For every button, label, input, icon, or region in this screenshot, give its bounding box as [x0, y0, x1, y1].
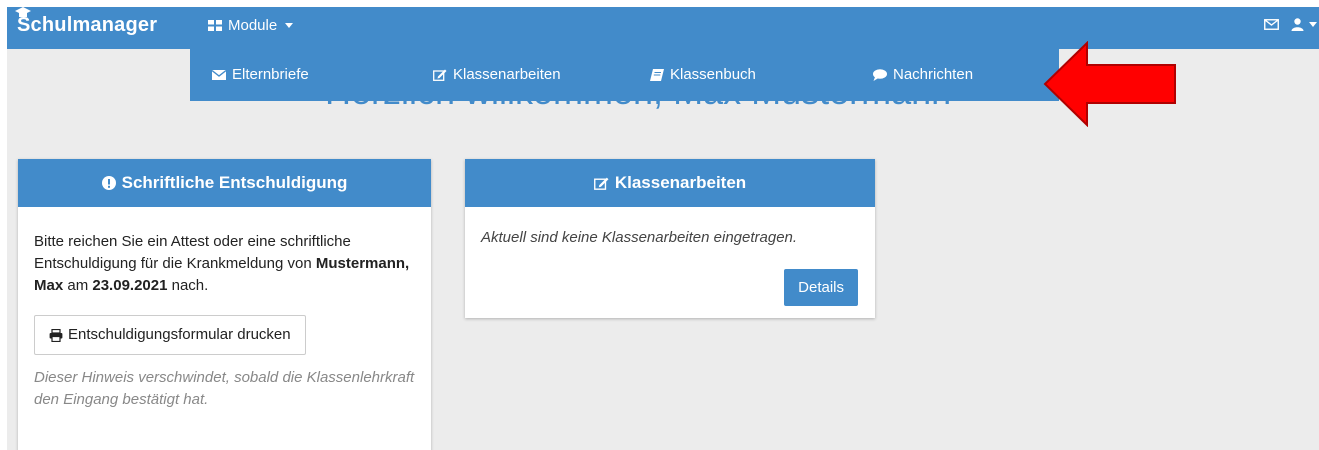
- book-icon: [650, 68, 664, 81]
- exams-card-title: Klassenarbeiten: [614, 173, 747, 192]
- exclamation-circle-icon: [101, 176, 116, 190]
- sick-date: 23.09.2021: [92, 277, 168, 294]
- brand-logo[interactable]: Schulmanager: [15, 7, 158, 37]
- envelope-icon: [212, 69, 226, 80]
- comment-icon: [873, 68, 887, 81]
- excuse-card-body: Bitte reichen Sie ein Attest oder eine s…: [18, 207, 431, 431]
- excuse-card-title: Schriftliche Entschuldigung: [121, 173, 348, 192]
- app-window: Schulmanager Module Elternbriefe Klassen…: [7, 7, 1319, 450]
- menu-item-label: Klassenbuch: [670, 66, 756, 83]
- grid-icon: [208, 20, 222, 31]
- module-dropdown-menu: Elternbriefe Klassenarbeiten Klassenbuch…: [190, 49, 1059, 101]
- user-menu-toggle[interactable]: [1291, 18, 1317, 31]
- excuse-hint-text: Dieser Hinweis verschwindet, sobald die …: [34, 369, 415, 408]
- notice-word-nach: nach.: [171, 277, 209, 294]
- envelope-icon[interactable]: [1264, 19, 1279, 30]
- red-arrow-annotation: [1043, 41, 1176, 127]
- excuse-notice-text: Bitte reichen Sie ein Attest oder eine s…: [34, 231, 415, 297]
- excuse-card: Schriftliche Entschuldigung Bitte reiche…: [18, 159, 431, 450]
- excuse-card-header: Schriftliche Entschuldigung: [18, 159, 431, 207]
- menu-item-klassenbuch[interactable]: Klassenbuch: [650, 66, 756, 83]
- print-form-button[interactable]: Entschuldigungsformular drucken: [34, 315, 306, 355]
- chevron-down-icon: [1309, 22, 1317, 27]
- module-menu-toggle[interactable]: Module: [208, 17, 294, 34]
- printer-icon: [49, 328, 63, 342]
- menu-item-label: Nachrichten: [893, 66, 974, 83]
- chevron-down-icon: [285, 23, 294, 28]
- menu-item-label: Klassenarbeiten: [453, 66, 561, 83]
- user-icon: [1291, 18, 1304, 31]
- menu-item-elternbriefe[interactable]: Elternbriefe: [212, 66, 309, 83]
- exams-card: Klassenarbeiten Aktuell sind keine Klass…: [465, 159, 875, 318]
- exams-card-header: Klassenarbeiten: [465, 159, 875, 207]
- graduation-cap-icon: [15, 7, 31, 17]
- menu-item-klassenarbeiten[interactable]: Klassenarbeiten: [433, 66, 561, 83]
- notice-word-am: am: [67, 277, 89, 294]
- print-button-label: Entschuldigungsformular drucken: [68, 326, 291, 343]
- no-exams-text: Aktuell sind keine Klassenarbeiten einge…: [481, 229, 798, 246]
- brand-name: Schulmanager: [17, 14, 158, 36]
- notice-text-intro: Bitte reichen Sie ein Attest oder eine s…: [34, 233, 351, 272]
- edit-icon: [593, 177, 609, 190]
- edit-icon: [433, 69, 447, 81]
- menu-item-nachrichten[interactable]: Nachrichten: [873, 66, 973, 83]
- menu-item-label: Elternbriefe: [232, 66, 309, 83]
- navbar-right: [1264, 18, 1319, 31]
- details-button[interactable]: Details: [784, 269, 858, 306]
- module-menu-label: Module: [228, 17, 278, 34]
- exams-card-body: Aktuell sind keine Klassenarbeiten einge…: [465, 207, 875, 269]
